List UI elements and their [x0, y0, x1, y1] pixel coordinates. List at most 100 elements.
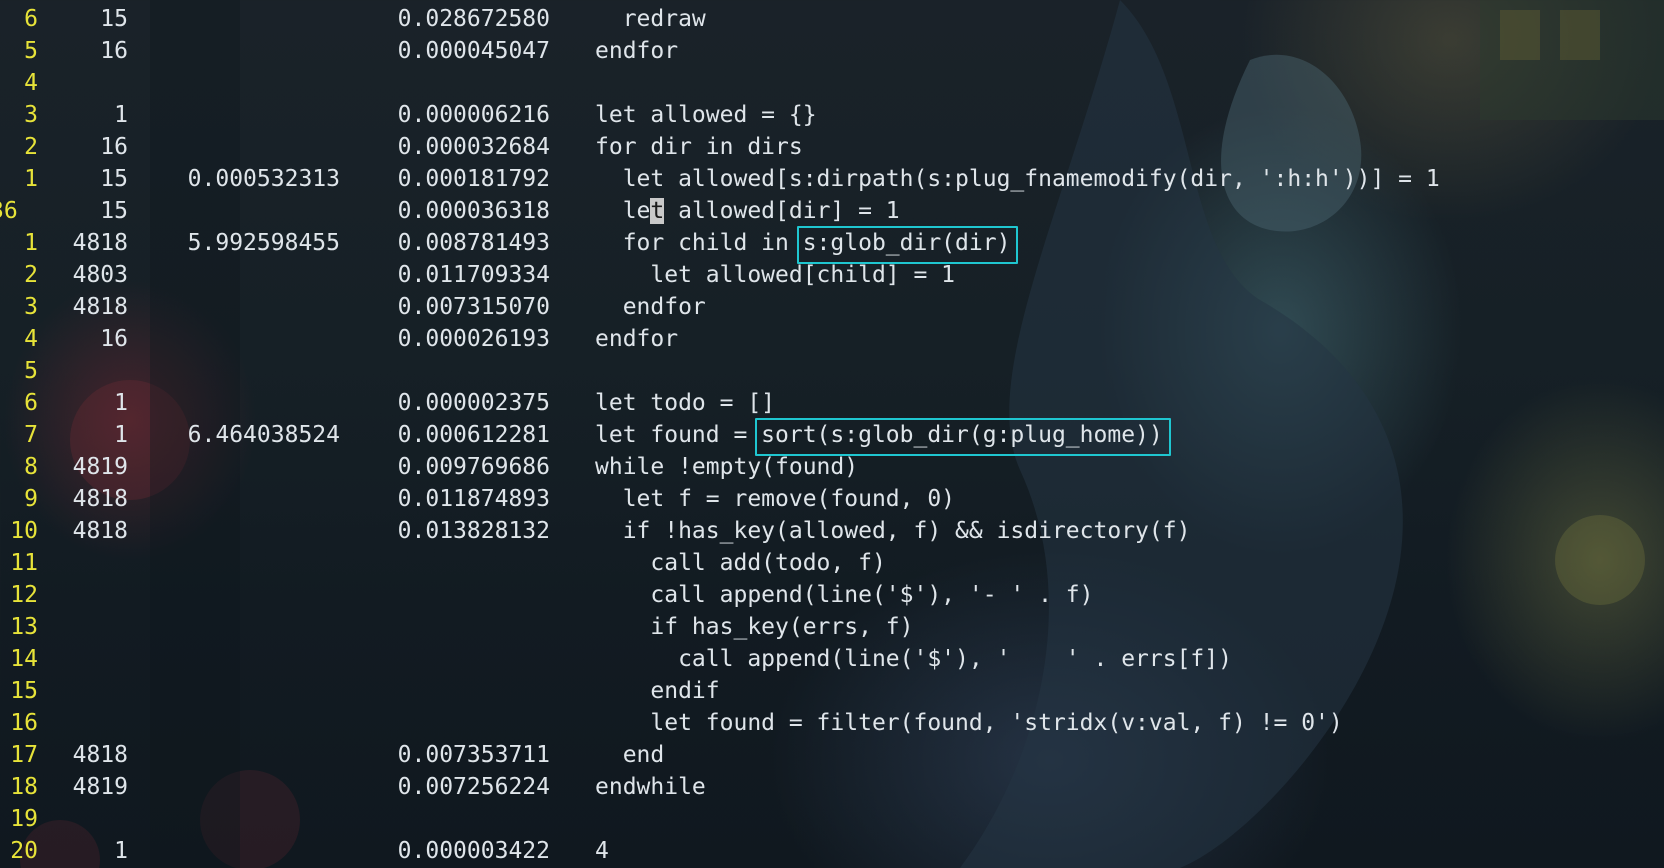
source-code: for child in s:glob_dir(dir): [595, 230, 1011, 256]
self-time: 0.000181792: [397, 166, 550, 192]
relative-line-number: 1: [24, 230, 38, 256]
profile-line: 10 4818 0.013828132 if !has_key(allowed, f…: [0, 515, 1664, 547]
call-count: 15: [100, 6, 128, 32]
profile-line: 13 if has_key(errs, f): [0, 611, 1664, 643]
text-cursor: t: [650, 198, 665, 224]
source-code: end: [595, 742, 665, 768]
relative-line-number: 18: [10, 774, 38, 800]
self-time: 0.009769686: [397, 454, 550, 480]
profile-line: 5: [0, 355, 1664, 387]
call-count: 4818: [72, 230, 128, 256]
profile-line: 1 4818 5.992598455 0.008781493 for child in…: [0, 227, 1664, 259]
source-code: endfor: [595, 326, 679, 352]
relative-line-number: 7: [24, 422, 38, 448]
source-code-before-cursor: le: [595, 198, 651, 224]
profile-line: 15 endif: [0, 675, 1664, 707]
call-count: 4803: [72, 262, 128, 288]
profile-line: 7 1 6.464038524 0.000612281 let found = sort…: [0, 419, 1664, 451]
source-code: call append(line('$'), '- ' . f): [595, 582, 1094, 608]
call-count: 4819: [72, 774, 128, 800]
relative-line-number: 5: [24, 358, 38, 384]
self-time: 0.000036318: [397, 198, 550, 224]
call-count: 4818: [72, 294, 128, 320]
relative-line-number: 19: [10, 806, 38, 832]
relative-line-number: 17: [10, 742, 38, 768]
profile-line: 3 1 0.000006216 let allowed = {}: [0, 99, 1664, 131]
relative-line-number: 6: [24, 390, 38, 416]
call-count: 15: [100, 198, 128, 224]
relative-line-number: 16: [10, 710, 38, 736]
relative-line-number: 6: [24, 6, 38, 32]
source-code: call append(line('$'), ' ' . errs[f]): [595, 646, 1232, 672]
profile-line: 6 15 0.028672580 redraw: [0, 3, 1664, 35]
call-count: 4819: [72, 454, 128, 480]
profile-line: 9 4818 0.011874893 let f = remove(found, 0…: [0, 483, 1664, 515]
relative-line-number: 11: [10, 550, 38, 576]
source-code: let allowed[dir] = 1: [595, 195, 900, 227]
relative-line-number: 9: [24, 486, 38, 512]
profile-line: 36 15 0.000036318 let allowed[dir] = 1: [0, 195, 1664, 227]
relative-line-number: 20: [10, 838, 38, 864]
relative-line-number: 14: [10, 646, 38, 672]
source-code: let f = remove(found, 0): [595, 486, 956, 512]
profile-line: 12 call append(line('$'), '- ' . f): [0, 579, 1664, 611]
profile-line: 18 4819 0.007256224 endwhile: [0, 771, 1664, 803]
self-time: 0.028672580: [397, 6, 550, 32]
source-code: endfor: [595, 38, 679, 64]
relative-line-number: 5: [24, 38, 38, 64]
self-time: 0.000032684: [397, 134, 550, 160]
total-time: 0.000532313: [187, 166, 340, 192]
relative-line-number: 3: [24, 294, 38, 320]
source-code: 4: [595, 838, 609, 864]
call-count: 4818: [72, 518, 128, 544]
source-code: let allowed[s:dirpath(s:plug_fnamemodify…: [595, 166, 1440, 192]
profile-line: 8 4819 0.009769686 while !empty(found): [0, 451, 1664, 483]
relative-line-number: 10: [10, 518, 38, 544]
source-code: let todo = []: [595, 390, 776, 416]
profile-line: 2 4803 0.011709334 let allowed[child] = 1: [0, 259, 1664, 291]
self-time: 0.011709334: [397, 262, 550, 288]
self-time: 0.007353711: [397, 742, 550, 768]
source-code: if !has_key(allowed, f) && isdirectory(f…: [595, 518, 1191, 544]
profile-line: 4 16 0.000026193 endfor: [0, 323, 1664, 355]
source-code: while !empty(found): [595, 454, 859, 480]
relative-line-number: 12: [10, 582, 38, 608]
profile-line: 19: [0, 803, 1664, 835]
relative-line-number: 2: [24, 262, 38, 288]
self-time: 0.000045047: [397, 38, 550, 64]
source-code: let found = filter(found, 'stridx(v:val,…: [595, 710, 1343, 736]
self-time: 0.000612281: [397, 422, 550, 448]
call-count: 1: [114, 390, 128, 416]
call-count: 1: [114, 102, 128, 128]
profile-line: 14 call append(line('$'), ' ' . errs[f]): [0, 643, 1664, 675]
profile-line: 6 1 0.000002375 let todo = []: [0, 387, 1664, 419]
self-time: 0.000006216: [397, 102, 550, 128]
profile-line: 3 4818 0.007315070 endfor: [0, 291, 1664, 323]
call-count: 4818: [72, 486, 128, 512]
profile-line: 5 16 0.000045047 endfor: [0, 35, 1664, 67]
relative-line-number: 13: [10, 614, 38, 640]
self-time: 0.000026193: [397, 326, 550, 352]
vim-profile-buffer[interactable]: 6 15 0.028672580 redraw 5 16 0.000045047 endfo…: [0, 3, 1664, 867]
self-time: 0.000003422: [397, 838, 550, 864]
relative-line-number: 15: [10, 678, 38, 704]
source-code: endfor: [595, 294, 706, 320]
source-code: for dir in dirs: [595, 134, 803, 160]
source-code: let allowed = {}: [595, 102, 817, 128]
relative-line-number: 4: [24, 70, 38, 96]
source-code-after-cursor: allowed[dir] = 1: [664, 198, 900, 224]
call-count: 16: [100, 326, 128, 352]
profile-line: 4: [0, 67, 1664, 99]
call-count: 16: [100, 38, 128, 64]
profile-line: 2 16 0.000032684 for dir in dirs: [0, 131, 1664, 163]
call-count: 15: [100, 166, 128, 192]
profile-line: 17 4818 0.007353711 end: [0, 739, 1664, 771]
self-time: 0.000002375: [397, 390, 550, 416]
call-count: 1: [114, 838, 128, 864]
source-code: redraw: [595, 6, 706, 32]
self-time: 0.011874893: [397, 486, 550, 512]
self-time: 0.008781493: [397, 230, 550, 256]
profile-line: 16 let found = filter(found, 'stridx(v:v…: [0, 707, 1664, 739]
call-count: 1: [114, 422, 128, 448]
call-count: 16: [100, 134, 128, 160]
